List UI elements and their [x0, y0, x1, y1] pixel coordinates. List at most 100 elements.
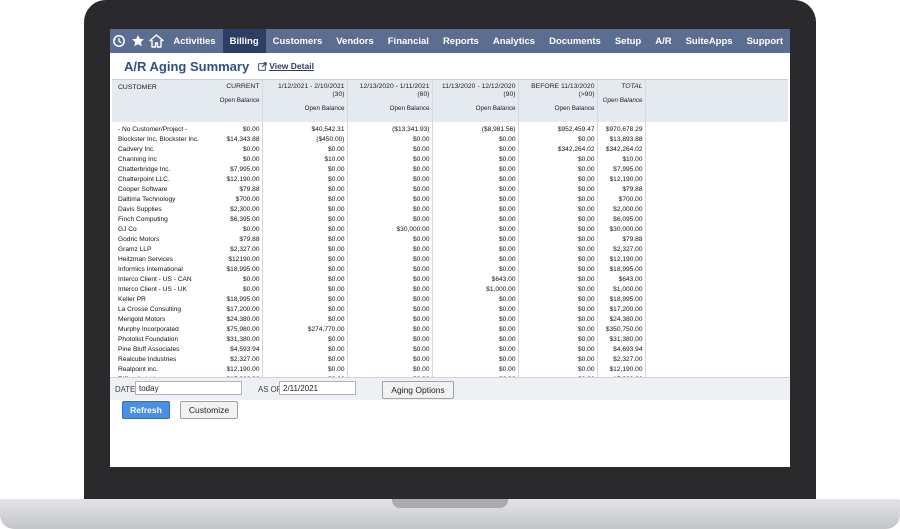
balance-cell: $0.00 [208, 275, 263, 285]
nav-suiteapps[interactable]: SuiteApps [679, 29, 740, 53]
customer-name-cell[interactable]: Finch Computing [112, 215, 208, 225]
customer-name-cell[interactable]: Chatterpoint LLC. [112, 175, 208, 185]
balance-cell: $0.00 [432, 325, 519, 335]
column-header-current[interactable]: CURRENT Open Balance [208, 80, 263, 122]
balance-cell: $643.00 [597, 275, 646, 285]
balance-cell: $342,264.02 [597, 145, 646, 155]
customer-name-cell[interactable]: Godric Motors [112, 235, 208, 245]
customer-name-cell[interactable]: Merigold Motors [112, 315, 208, 325]
column-header-90[interactable]: 11/13/2020 - 12/12/2020 (90) Open Balance [432, 80, 519, 122]
filler-cell [645, 355, 788, 365]
balance-cell: $0.00 [262, 365, 348, 375]
filler-cell [645, 135, 788, 145]
customer-name-cell[interactable]: Realpoint inc. [112, 365, 208, 375]
balance-cell: $700.00 [597, 195, 646, 205]
as-of-input[interactable]: 2/11/2021 [279, 381, 356, 395]
page-header: A/R Aging Summary View Detail [110, 53, 790, 79]
nav-setup[interactable]: Setup [608, 29, 648, 53]
top-nav: Activities Billing Customers Vendors Fin… [110, 29, 790, 53]
customer-name-cell[interactable]: Daltima Technology [112, 195, 208, 205]
recent-icon[interactable] [110, 29, 129, 53]
customer-name-cell[interactable]: Interco Client - US - UK [112, 285, 208, 295]
balance-cell: $0.00 [518, 195, 598, 205]
balance-cell: $0.00 [347, 275, 433, 285]
filler-cell [645, 122, 788, 135]
balance-cell: $0.00 [432, 365, 519, 375]
nav-ar[interactable]: A/R [648, 29, 678, 53]
customer-name-cell[interactable]: GJ Co [112, 225, 208, 235]
balance-cell: $2,000.00 [597, 205, 646, 215]
customer-name-cell[interactable]: Murphy Incorporated [112, 325, 208, 335]
nav-analytics[interactable]: Analytics [486, 29, 542, 53]
balance-cell: $0.00 [347, 365, 433, 375]
balance-cell: $0.00 [262, 335, 348, 345]
table-row: Merigold Motors $24,380.00 $0.00 $0.00 $0.00… [112, 315, 788, 325]
balance-cell: $6,395.00 [208, 215, 263, 225]
aging-table-container: CUSTOMER CURRENT Open Balance 1/12/2021 -… [112, 79, 788, 385]
customer-name-cell[interactable]: Keller PR [112, 295, 208, 305]
nav-customers[interactable]: Customers [266, 29, 330, 53]
filler-cell [645, 295, 788, 305]
customer-name-cell[interactable]: Pine Bluff Associates [112, 345, 208, 355]
filler-cell [645, 275, 788, 285]
refresh-button[interactable]: Refresh [122, 401, 170, 419]
balance-cell: ($450.00) [262, 135, 348, 145]
customer-name-cell[interactable]: Interco Client - US - CAN [112, 275, 208, 285]
balance-cell: $0.00 [262, 145, 348, 155]
customer-name-cell[interactable]: Cooper Software [112, 185, 208, 195]
nav-reports[interactable]: Reports [436, 29, 486, 53]
nav-vendors[interactable]: Vendors [329, 29, 381, 53]
balance-cell: $7,995.00 [208, 165, 263, 175]
balance-cell: $0.00 [347, 305, 433, 315]
balance-cell: $0.00 [262, 225, 348, 235]
view-detail-label: View Detail [269, 61, 314, 71]
table-row: Realcube Industries $2,327.00 $0.00 $0.00 $0… [112, 355, 788, 365]
balance-cell: $17,200.00 [597, 305, 646, 315]
customer-name-cell[interactable]: Chatterbridge Inc. [112, 165, 208, 175]
nav-support[interactable]: Support [740, 29, 790, 53]
column-header-total[interactable]: TOTAL Open Balance [597, 80, 646, 122]
customer-name-cell[interactable]: Channing Inc [112, 155, 208, 165]
customer-name-cell[interactable]: Blockster Inc. Blockster Inc. [112, 135, 208, 145]
balance-cell: $0.00 [518, 305, 598, 315]
customer-name-cell[interactable]: Gramz LLP [112, 245, 208, 255]
column-header-60[interactable]: 12/13/2020 - 1/11/2021 (60) Open Balance [347, 80, 433, 122]
column-header-30[interactable]: 1/12/2021 - 2/10/2021 (30) Open Balance [262, 80, 348, 122]
balance-cell: $0.00 [518, 225, 598, 235]
customize-button[interactable]: Customize [180, 401, 238, 419]
nav-documents[interactable]: Documents [542, 29, 608, 53]
filter-bar: DATE today AS OF 2/11/2021 Aging Options [110, 377, 790, 400]
filler-cell [645, 345, 788, 355]
balance-cell: $0.00 [518, 295, 598, 305]
balance-cell: $2,327.00 [597, 355, 646, 365]
nav-activities[interactable]: Activities [166, 29, 222, 53]
balance-cell: $0.00 [347, 155, 433, 165]
balance-cell: $0.00 [432, 355, 519, 365]
customer-name-cell[interactable]: Realcube Industries [112, 355, 208, 365]
column-header-over-90[interactable]: BEFORE 11/13/2020 (>90) Open Balance [518, 80, 598, 122]
nav-financial[interactable]: Financial [381, 29, 436, 53]
nav-billing[interactable]: Billing [222, 29, 266, 53]
customer-name-cell[interactable]: Davis Supplies [112, 205, 208, 215]
balance-cell: $0.00 [262, 215, 348, 225]
customer-name-cell[interactable]: Heitzman Services [112, 255, 208, 265]
home-icon[interactable] [148, 29, 167, 53]
balance-cell: ($13,341.93) [347, 122, 433, 135]
customer-name-cell[interactable]: La Crosse Consulting [112, 305, 208, 315]
balance-cell: $30,000.00 [597, 225, 646, 235]
customer-name-cell[interactable]: Informics International [112, 265, 208, 275]
customer-name-cell[interactable]: - No Customer/Project - [112, 122, 208, 135]
balance-cell: $0.00 [518, 165, 598, 175]
view-detail-link[interactable]: View Detail [258, 61, 314, 71]
balance-cell: $0.00 [208, 145, 263, 155]
star-icon[interactable] [129, 29, 148, 53]
balance-cell: $12190.00 [208, 255, 263, 265]
aging-options-button[interactable]: Aging Options [382, 381, 454, 399]
column-header-customer[interactable]: CUSTOMER [112, 80, 208, 122]
customer-name-cell[interactable]: Cadvery Inc. [112, 145, 208, 155]
customer-name-cell[interactable]: Photolist Foundation [112, 335, 208, 345]
balance-cell: $0.00 [432, 235, 519, 245]
date-input[interactable]: today [135, 381, 242, 395]
balance-cell: $0.00 [347, 235, 433, 245]
table-row: Godric Motors $79.88 $0.00 $0.00 $0.00 $0.00 $… [112, 235, 788, 245]
